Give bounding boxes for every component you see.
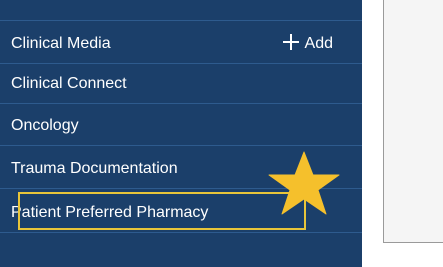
sidebar-item-label: Clinical Media [11, 35, 111, 52]
plus-icon [282, 34, 299, 51]
sidebar: Clinical Media Add Clinical Connect Onco… [0, 0, 362, 267]
sidebar-divider [0, 20, 362, 21]
sidebar-item-oncology[interactable]: Oncology [0, 106, 362, 146]
sidebar-item-label: Trauma Documentation [11, 160, 178, 177]
add-button-label: Add [304, 35, 333, 52]
star-icon [268, 151, 340, 215]
sidebar-item-label: Oncology [11, 117, 79, 134]
sidebar-item-clinical-media[interactable]: Clinical Media Add [0, 24, 362, 64]
content-panel [383, 0, 443, 243]
screen: Clinical Media Add Clinical Connect Onco… [0, 0, 443, 267]
add-button[interactable]: Add [282, 24, 333, 64]
sidebar-item-clinical-connect[interactable]: Clinical Connect [0, 64, 362, 104]
highlight-outline [18, 192, 306, 230]
sidebar-item-label: Clinical Connect [11, 75, 127, 92]
